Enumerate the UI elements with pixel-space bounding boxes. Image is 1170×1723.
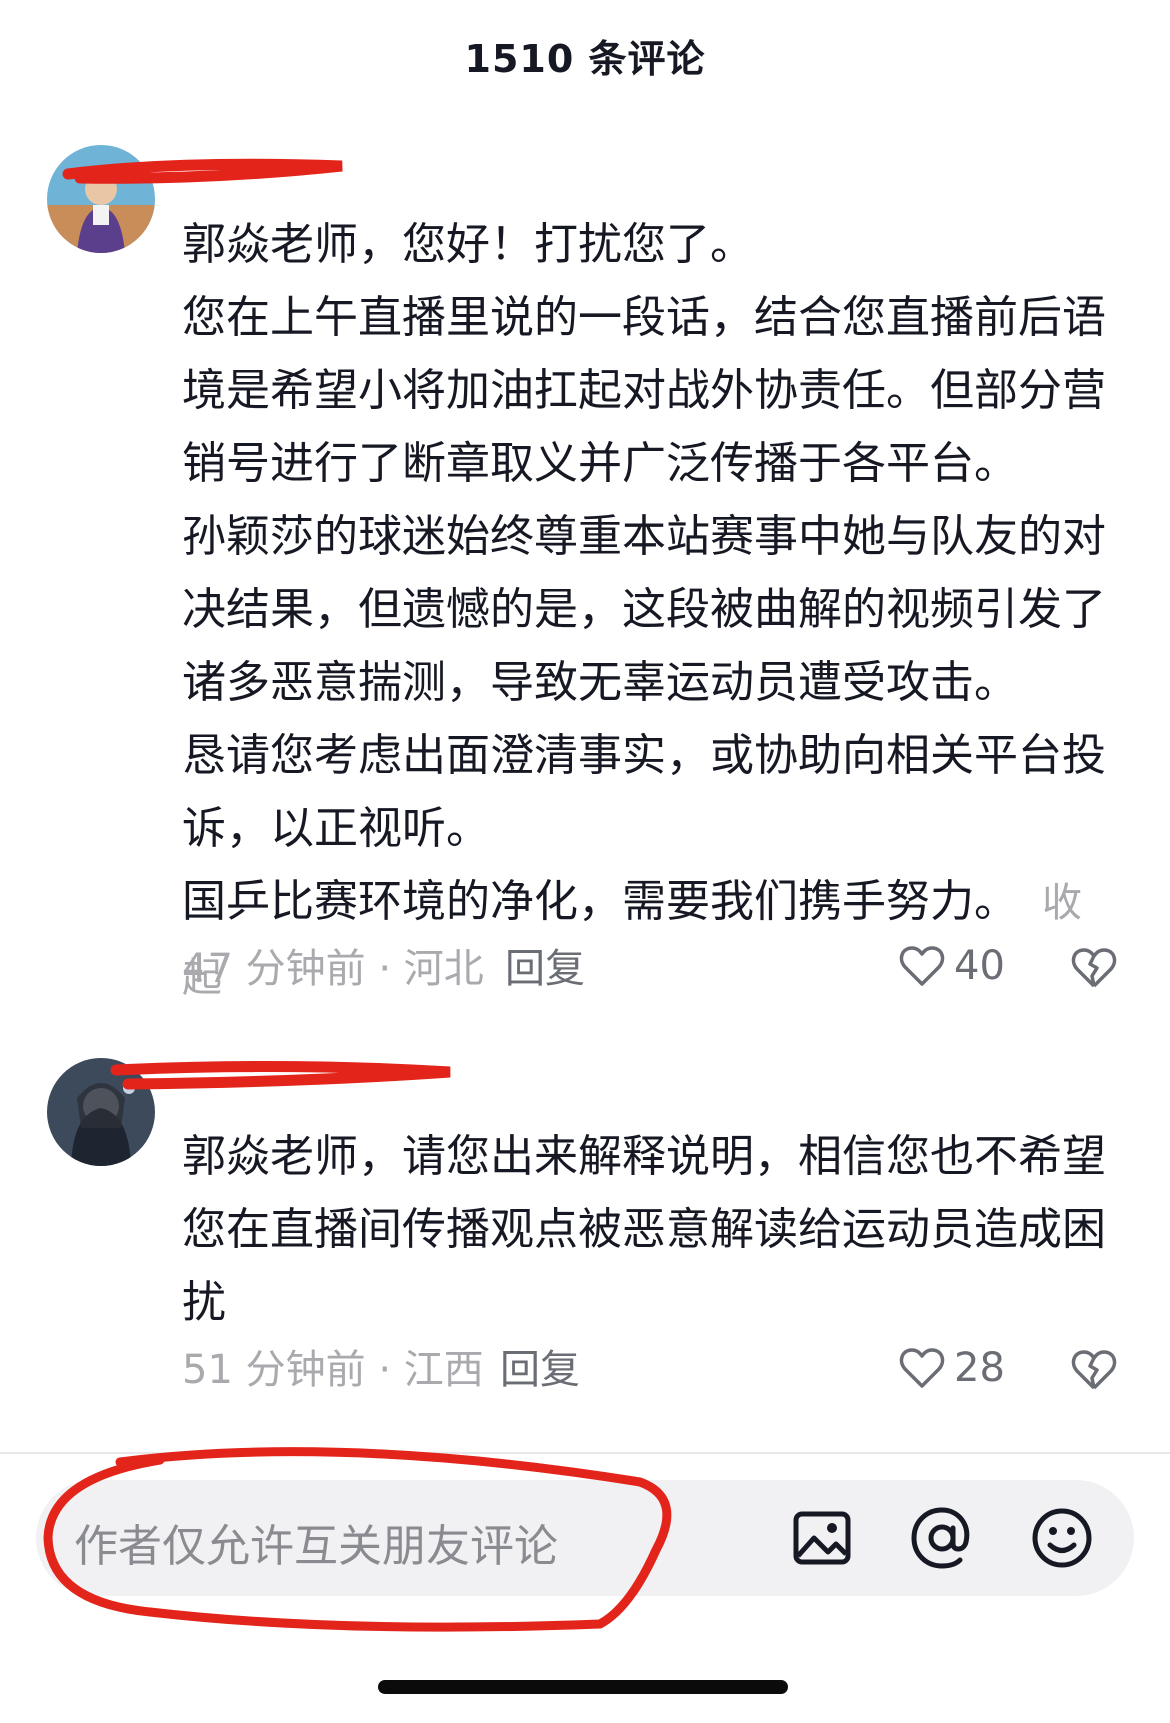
comment-paragraph: 恳请您考虑出面澄清事实，或协助向相关平台投诉，以正视听。 bbox=[182, 730, 1106, 854]
comment-text: 郭焱老师，您好！打扰您了。 您在上午直播里说的一段话，结合您直播前后语境是希望小… bbox=[182, 208, 1112, 1015]
comment-last-line: 国乒比赛环境的净化，需要我们携手努力。 bbox=[182, 876, 1018, 927]
comment-paragraph: 您在上午直播里说的一段话，结合您直播前后语境是希望小将加油扛起对战外协责任。但部… bbox=[182, 292, 1106, 489]
avatar[interactable] bbox=[47, 145, 155, 253]
emoji-icon[interactable] bbox=[1028, 1504, 1096, 1572]
comment-text: 郭焱老师，请您出来解释说明，相信您也不希望您在直播间传播观点被恶意解读给运动员造… bbox=[182, 1120, 1112, 1339]
username-redacted[interactable] bbox=[182, 1062, 192, 1097]
broken-heart-icon[interactable] bbox=[1070, 944, 1118, 992]
broken-heart-icon[interactable] bbox=[1070, 1346, 1118, 1394]
reply-button[interactable]: 回复 bbox=[505, 945, 585, 993]
like-count: 40 bbox=[954, 943, 1005, 989]
username-redacted[interactable] bbox=[182, 150, 192, 185]
comment-paragraph: 郭焱老师，您好！打扰您了。 bbox=[182, 219, 754, 270]
image-icon[interactable] bbox=[788, 1504, 856, 1572]
heart-icon bbox=[899, 946, 945, 986]
divider bbox=[0, 1452, 1170, 1454]
comment-input-bar[interactable]: 作者仅允许互关朋友评论 bbox=[36, 1480, 1134, 1596]
reply-button[interactable]: 回复 bbox=[500, 1346, 580, 1394]
page-title: 1510 条评论 bbox=[464, 37, 706, 81]
heart-icon bbox=[899, 1348, 945, 1388]
avatar[interactable] bbox=[47, 1058, 155, 1166]
comment-paragraph: 郭焱老师，请您出来解释说明，相信您也不希望您在直播间传播观点被恶意解读给运动员造… bbox=[182, 1131, 1106, 1328]
like-button[interactable]: 28 bbox=[898, 1344, 1005, 1392]
comment-time-location: 47 分钟前 · 河北 bbox=[182, 946, 484, 992]
home-indicator bbox=[378, 1680, 788, 1694]
comment-time-location: 51 分钟前 · 江西 bbox=[182, 1347, 484, 1393]
like-button[interactable]: 40 bbox=[898, 942, 1005, 990]
at-icon[interactable] bbox=[908, 1504, 976, 1572]
redaction-mark bbox=[110, 1060, 451, 1090]
comment-input-placeholder[interactable]: 作者仅允许互关朋友评论 bbox=[74, 1510, 558, 1574]
like-count: 28 bbox=[954, 1345, 1005, 1391]
comment-paragraph: 孙颖莎的球迷始终尊重本站赛事中她与队友的对决结果，但遗憾的是，这段被曲解的视频引… bbox=[182, 511, 1106, 708]
